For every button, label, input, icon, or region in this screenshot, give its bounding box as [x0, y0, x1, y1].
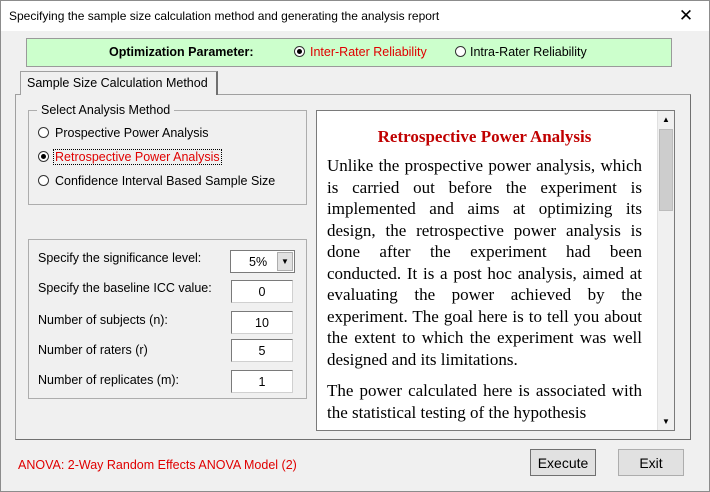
chevron-down-icon[interactable]: ▼: [277, 252, 293, 271]
tab-sample-size-calculation-method[interactable]: Sample Size Calculation Method: [20, 71, 218, 95]
description-paragraph: Unlike the prospective power analysis, w…: [327, 156, 642, 369]
prospective-power-label[interactable]: Prospective Power Analysis: [55, 126, 209, 140]
execute-button[interactable]: Execute: [530, 449, 596, 476]
exit-button[interactable]: Exit: [618, 449, 684, 476]
baseline-icc-input[interactable]: 0: [231, 280, 293, 303]
close-icon[interactable]: ✕: [663, 1, 709, 31]
intra-rater-radio[interactable]: [455, 46, 466, 57]
scrollbar-thumb[interactable]: [659, 129, 673, 211]
subjects-label: Number of subjects (n):: [38, 313, 168, 327]
description-paragraph: The power calculated here is associated …: [327, 381, 642, 422]
confidence-interval-label[interactable]: Confidence Interval Based Sample Size: [55, 174, 275, 188]
inter-rater-label[interactable]: Inter-Rater Reliability: [310, 45, 427, 59]
retrospective-power-label[interactable]: Retrospective Power Analysis: [53, 149, 222, 165]
optimization-parameter-label: Optimization Parameter:: [109, 45, 254, 59]
title-bar: Specifying the sample size calculation m…: [1, 1, 709, 31]
baseline-icc-label: Specify the baseline ICC value:: [38, 281, 212, 295]
raters-label: Number of raters (r): [38, 343, 148, 357]
dialog-window: Specifying the sample size calculation m…: [0, 0, 710, 492]
retrospective-power-radio[interactable]: [38, 151, 49, 162]
significance-level-select[interactable]: 5% ▼: [230, 250, 295, 273]
replicates-label: Number of replicates (m):: [38, 373, 180, 387]
intra-rater-label[interactable]: Intra-Rater Reliability: [470, 45, 587, 59]
inter-rater-radio[interactable]: [294, 46, 305, 57]
description-content: Retrospective Power Analysis Unlike the …: [327, 111, 642, 423]
description-scrollbar[interactable]: ▲ ▼: [657, 111, 674, 430]
raters-input[interactable]: 5: [231, 339, 293, 362]
anova-model-status: ANOVA: 2-Way Random Effects ANOVA Model …: [18, 458, 297, 472]
confidence-interval-radio[interactable]: [38, 175, 49, 186]
description-title: Retrospective Power Analysis: [377, 127, 592, 146]
scroll-down-icon[interactable]: ▼: [658, 413, 674, 430]
description-panel[interactable]: Retrospective Power Analysis Unlike the …: [316, 110, 675, 431]
significance-level-value: 5%: [249, 255, 268, 269]
subjects-input[interactable]: 10: [231, 311, 293, 334]
optimization-parameter-bar: Optimization Parameter: Inter-Rater Reli…: [26, 38, 672, 67]
window-title: Specifying the sample size calculation m…: [9, 9, 440, 23]
scroll-up-icon[interactable]: ▲: [658, 111, 674, 128]
replicates-input[interactable]: 1: [231, 370, 293, 393]
prospective-power-radio[interactable]: [38, 127, 49, 138]
significance-level-label: Specify the significance level:: [38, 251, 202, 265]
analysis-method-legend: Select Analysis Method: [37, 103, 175, 117]
